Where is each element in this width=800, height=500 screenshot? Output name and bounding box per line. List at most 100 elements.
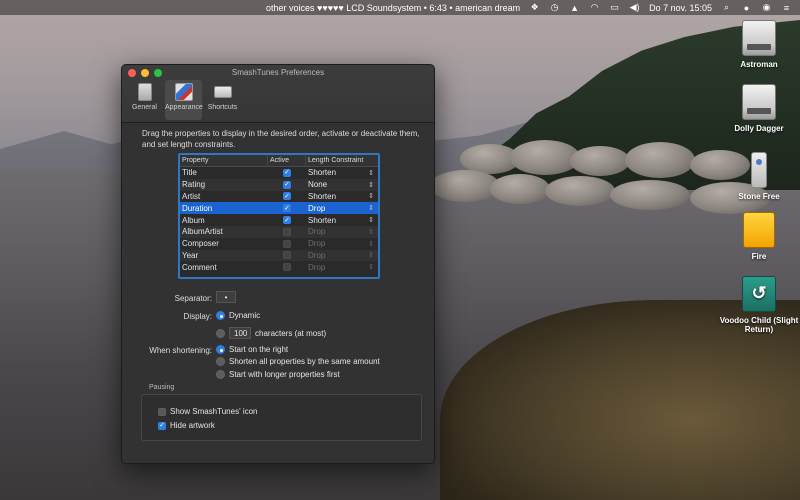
length-constraint-popup[interactable]: Drop ⇕ — [306, 238, 378, 250]
length-constraint-popup[interactable]: Shorten ⇕ — [306, 214, 378, 226]
popup-arrows-icon: ⇕ — [368, 252, 374, 260]
radio-characters[interactable] — [216, 328, 225, 338]
table-row[interactable]: Album ✓ Shorten ⇕ — [180, 214, 378, 226]
active-checkbox[interactable]: ✓ — [283, 192, 291, 201]
active-checkbox[interactable]: ✓ — [283, 216, 291, 225]
shortening-option-longer-first[interactable]: Start with longer properties first — [216, 370, 340, 379]
properties-table[interactable]: Property Active Length Constraint Title ✓… — [178, 153, 380, 279]
hide-artwork-checkbox[interactable]: ✓ — [158, 421, 166, 430]
display-dynamic-option[interactable]: Dynamic — [216, 311, 260, 320]
column-header-length-constraint[interactable]: Length Constraint — [306, 155, 378, 166]
active-cell — [268, 250, 306, 262]
table-row[interactable]: Composer Drop ⇕ — [180, 237, 378, 250]
radio-start-right[interactable] — [216, 345, 225, 354]
length-constraint-popup[interactable]: Drop ⇕ — [306, 202, 378, 214]
length-constraint-popup[interactable]: Drop ⇕ — [306, 226, 378, 238]
shortening-option-right[interactable]: Start on the right — [216, 345, 288, 354]
length-constraint-popup[interactable]: Shorten ⇕ — [306, 191, 378, 203]
tab-label: Shortcuts — [207, 104, 238, 111]
desktop-icon-label: Dolly Dagger — [734, 124, 784, 133]
tab-appearance[interactable]: Appearance — [165, 80, 203, 120]
screen-icon[interactable]: ▭ — [609, 2, 620, 13]
length-constraint-value: Drop — [308, 203, 326, 213]
desktop-icon-label: Fire — [751, 252, 767, 261]
table-row[interactable]: Rating ✓ None ⇕ — [180, 178, 378, 191]
radio-longer-first[interactable] — [216, 370, 225, 379]
table-row[interactable]: AlbumArtist Drop ⇕ — [180, 225, 378, 238]
length-constraint-popup[interactable]: Drop ⇕ — [306, 250, 378, 262]
length-constraint-value: Drop — [308, 250, 326, 260]
time-machine-icon[interactable]: ◷ — [549, 2, 560, 13]
volume-icon[interactable]: ◀) — [629, 2, 640, 13]
tab-general[interactable]: General — [126, 80, 163, 120]
separator-field[interactable]: • — [216, 291, 236, 303]
length-constraint-popup[interactable]: Shorten ⇕ — [306, 167, 378, 179]
column-header-property[interactable]: Property — [180, 155, 268, 166]
popup-arrows-icon: ⇕ — [368, 205, 374, 213]
characters-suffix-label: characters (at most) — [255, 328, 327, 338]
shortening-option-same-amount[interactable]: Shorten all properties by the same amoun… — [216, 357, 380, 366]
hard-drive-icon — [742, 84, 776, 120]
radio-dynamic-label: Dynamic — [229, 311, 261, 320]
instructions-text: Drag the properties to display in the de… — [142, 129, 420, 149]
tab-label: General — [132, 104, 157, 111]
general-icon — [137, 83, 152, 101]
desktop-icon-dolly-dagger[interactable]: Dolly Dagger — [714, 84, 800, 133]
hide-artwork-label: Hide artwork — [170, 421, 215, 430]
wifi-icon[interactable]: ◠ — [589, 2, 600, 13]
user-icon[interactable]: ● — [741, 3, 752, 13]
window-title: SmashTunes Preferences — [231, 68, 325, 77]
display-characters-option[interactable]: 100 characters (at most) — [216, 327, 326, 339]
radio-dynamic[interactable] — [216, 311, 225, 320]
table-row[interactable]: Artist ✓ Shorten ⇕ — [180, 190, 378, 203]
tab-shortcuts[interactable]: Shortcuts — [204, 80, 241, 120]
length-constraint-popup[interactable]: Drop ⇕ — [306, 261, 378, 273]
popup-arrows-icon: ⇕ — [368, 217, 374, 225]
warning-icon[interactable]: ▲ — [569, 3, 580, 13]
column-header-active[interactable]: Active — [268, 155, 306, 166]
length-constraint-value: Drop — [308, 227, 326, 237]
active-checkbox[interactable] — [283, 239, 291, 248]
active-checkbox[interactable]: ✓ — [283, 204, 291, 213]
now-playing-status[interactable]: other voices ♥♥♥♥♥ LCD Soundsystem • 6:4… — [266, 3, 520, 13]
table-row[interactable]: Year Drop ⇕ — [180, 249, 378, 262]
hide-artwork-option[interactable]: ✓ Hide artwork — [158, 421, 215, 430]
popup-arrows-icon: ⇕ — [368, 240, 374, 248]
active-cell: ✓ — [268, 202, 306, 214]
length-constraint-value: Shorten — [308, 215, 337, 225]
length-constraint-value: None — [308, 180, 328, 190]
table-row[interactable]: Title ✓ Shorten ⇕ — [180, 167, 378, 179]
active-checkbox[interactable]: ✓ — [283, 180, 291, 189]
table-row[interactable]: Comment Drop ⇕ — [180, 261, 378, 274]
table-body: Title ✓ Shorten ⇕ Rating ✓ None ⇕ Artist ✓ Shorten… — [180, 167, 378, 274]
desktop-icon-stone-free[interactable]: Stone Free — [714, 152, 800, 201]
active-cell: ✓ — [268, 179, 306, 191]
active-checkbox[interactable] — [283, 251, 291, 260]
active-cell: ✓ — [268, 191, 306, 203]
dropbox-icon[interactable]: ❖ — [529, 2, 540, 13]
separator-label: Separator: — [174, 294, 212, 303]
siri-icon[interactable]: ◉ — [761, 2, 772, 13]
desktop-icon-astroman[interactable]: Astroman — [714, 20, 800, 69]
table-row[interactable]: Duration ✓ Drop ⇕ — [180, 202, 378, 215]
active-cell — [268, 238, 306, 250]
search-icon[interactable]: ⌕ — [721, 2, 732, 13]
active-cell: ✓ — [268, 214, 306, 226]
show-icon-checkbox[interactable] — [158, 407, 166, 416]
property-name: Artist — [182, 191, 201, 201]
property-name: Comment — [182, 262, 217, 272]
desktop-icon-voodoo-child[interactable]: Voodoo Child (Slight Return) — [714, 276, 800, 334]
active-checkbox[interactable] — [283, 227, 291, 236]
radio-same-amount[interactable] — [216, 357, 225, 366]
menu-list-icon[interactable]: ≡ — [781, 3, 792, 13]
active-checkbox[interactable] — [283, 263, 291, 272]
characters-field[interactable]: 100 — [229, 327, 251, 339]
desktop-icon-fire[interactable]: Fire — [714, 212, 800, 261]
length-constraint-popup[interactable]: None ⇕ — [306, 179, 378, 191]
menubar-clock[interactable]: Do 7 nov. 15:05 — [649, 3, 712, 13]
pausing-section-title: Pausing — [149, 384, 175, 391]
active-checkbox[interactable]: ✓ — [283, 168, 291, 177]
radio-label: Start with longer properties first — [229, 370, 340, 379]
show-icon-option[interactable]: Show SmashTunes' icon — [158, 407, 258, 416]
appearance-icon — [174, 83, 193, 101]
